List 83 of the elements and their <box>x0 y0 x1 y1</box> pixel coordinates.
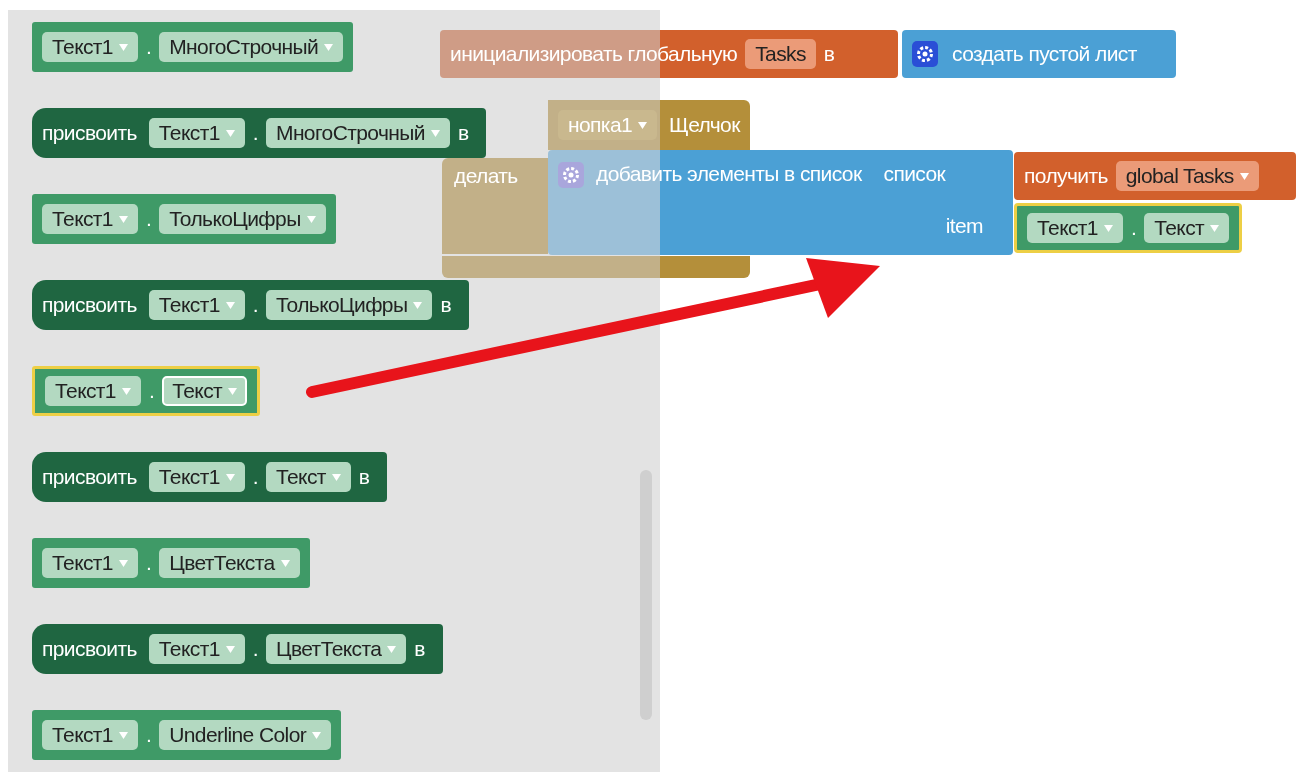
component-dropdown[interactable]: Текст1 <box>42 548 138 578</box>
event-name: Щелчок <box>669 113 740 137</box>
caret-icon <box>638 121 648 129</box>
caret-icon <box>118 731 128 739</box>
global-variable-block[interactable]: инициализировать глобальную Tasks в <box>440 30 898 78</box>
caret-icon <box>306 215 316 223</box>
caret-icon <box>1239 172 1249 180</box>
component-dropdown[interactable]: Текст1 <box>42 32 138 62</box>
component-dropdown[interactable]: Текст1 <box>148 290 245 320</box>
property-dropdown[interactable]: ЦветТекста <box>159 548 300 578</box>
caret-icon <box>118 559 128 567</box>
property-getter-block[interactable]: Текст1 . Текст <box>1014 203 1243 253</box>
caret-icon <box>324 43 334 51</box>
caret-icon <box>225 473 235 481</box>
component-dropdown[interactable]: Текст1 <box>148 462 245 492</box>
gear-icon[interactable] <box>912 41 938 67</box>
dot-separator: . <box>252 293 258 317</box>
input-label: список <box>883 162 946 186</box>
dot-separator: . <box>145 35 152 59</box>
block-label: создать пустой лист <box>952 42 1137 66</box>
variable-dropdown[interactable]: global Tasks <box>1115 161 1259 191</box>
property-getter-block[interactable]: Текст1 . Текст <box>32 366 261 416</box>
property-dropdown[interactable]: ТолькоЦифры <box>159 204 326 234</box>
property-getter-block[interactable]: Текст1 . МногоСтрочный <box>32 22 354 72</box>
block-label: получить <box>1024 164 1108 188</box>
caret-icon <box>225 301 235 309</box>
caret-icon <box>413 301 423 309</box>
block-label: инициализировать глобальную <box>450 42 738 66</box>
block-label: присвоить <box>42 293 137 317</box>
block-label: присвоить <box>42 465 137 489</box>
property-getter-block[interactable]: Текст1 . ЦветТекста <box>32 538 310 588</box>
dot-separator: . <box>145 723 152 747</box>
dot-separator: . <box>252 121 258 145</box>
caret-icon <box>312 731 322 739</box>
caret-icon <box>1210 224 1220 232</box>
block-label: присвоить <box>42 637 137 661</box>
block-label: в <box>414 637 425 661</box>
caret-icon <box>118 43 128 51</box>
caret-icon <box>118 215 128 223</box>
property-setter-block[interactable]: присвоить Текст1 . Текст в <box>32 452 388 502</box>
property-dropdown[interactable]: МногоСтрочный <box>266 118 450 148</box>
caret-icon <box>121 387 131 395</box>
dot-separator: . <box>145 551 152 575</box>
component-dropdown[interactable]: Текст1 <box>42 204 138 234</box>
component-dropdown[interactable]: Текст1 <box>148 118 245 148</box>
dot-separator: . <box>252 637 258 661</box>
block-label: присвоить <box>42 121 137 145</box>
property-dropdown[interactable]: Underline Color <box>159 720 332 750</box>
property-getter-block[interactable]: Текст1 . ТолькоЦифры <box>32 194 336 244</box>
dot-separator: . <box>252 465 258 489</box>
caret-icon <box>228 387 238 395</box>
caret-icon <box>225 129 235 137</box>
property-dropdown[interactable]: Текст <box>1144 213 1230 243</box>
block-label: в <box>823 42 835 66</box>
component-dropdown[interactable]: Текст1 <box>45 376 141 406</box>
caret-icon <box>430 129 440 137</box>
component-dropdown[interactable]: Текст1 <box>1027 213 1123 243</box>
property-dropdown[interactable]: МногоСтрочный <box>159 32 344 62</box>
caret-icon <box>1103 224 1113 232</box>
caret-icon <box>280 559 290 567</box>
component-dropdown[interactable]: Текст1 <box>42 720 138 750</box>
property-setter-block[interactable]: присвоить Текст1 . МногоСтрочный в <box>32 108 487 158</box>
variable-name-field[interactable]: Tasks <box>745 39 816 69</box>
property-getter-block[interactable]: Текст1 . Underline Color <box>32 710 342 760</box>
property-dropdown[interactable]: Текст <box>162 376 248 406</box>
property-dropdown[interactable]: ТолькоЦифры <box>266 290 433 320</box>
block-label: делать <box>454 164 518 187</box>
block-label: в <box>440 293 451 317</box>
block-label: в <box>457 121 469 145</box>
block-label: в <box>358 465 370 489</box>
input-label: item <box>945 214 983 238</box>
property-setter-block[interactable]: присвоить Текст1 . ЦветТекста в <box>32 624 443 674</box>
dot-separator: . <box>145 207 152 231</box>
property-dropdown[interactable]: ЦветТекста <box>266 634 407 664</box>
caret-icon <box>225 645 235 653</box>
dot-separator: . <box>148 379 155 403</box>
property-setter-block[interactable]: присвоить Текст1 . ТолькоЦифры в <box>32 280 469 330</box>
component-dropdown[interactable]: Текст1 <box>148 634 245 664</box>
caret-icon <box>387 645 397 653</box>
caret-icon <box>331 473 341 481</box>
property-dropdown[interactable]: Текст <box>266 462 351 492</box>
get-variable-block[interactable]: получить global Tasks <box>1014 152 1296 200</box>
dot-separator: . <box>1130 216 1137 240</box>
